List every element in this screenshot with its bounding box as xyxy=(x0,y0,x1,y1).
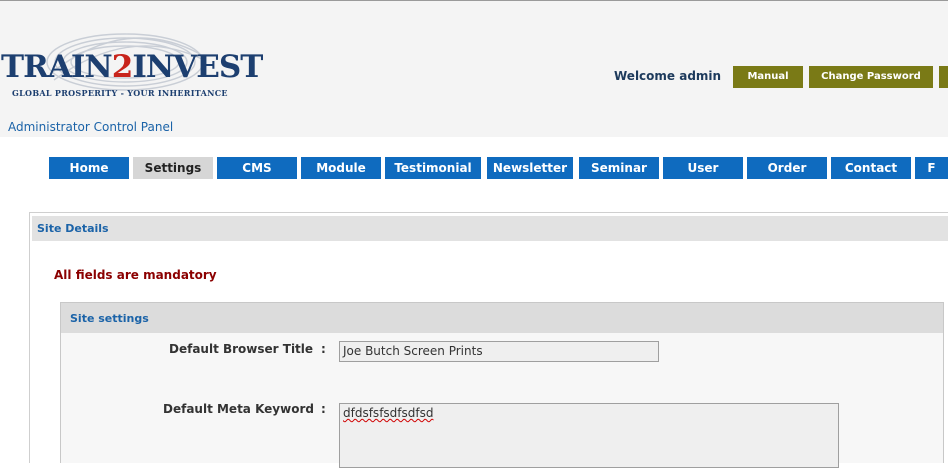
nav-module[interactable]: Module xyxy=(301,157,381,179)
nav-testimonial[interactable]: Testimonial xyxy=(385,157,481,179)
nav-user[interactable]: User xyxy=(663,157,743,179)
meta-keyword-textarea[interactable]: dfdsfsfsdfsdfsd xyxy=(339,403,839,468)
nav-more-partial[interactable]: F xyxy=(915,157,948,179)
meta-keyword-value: dfdsfsfsdfsdfsd xyxy=(343,406,434,420)
browser-title-label: Default Browser Title xyxy=(169,342,314,356)
logo-wordmark: TRAIN2INVEST xyxy=(1,49,263,85)
nav-newsletter[interactable]: Newsletter xyxy=(487,157,573,179)
panel-title: Administrator Control Panel xyxy=(8,120,174,134)
welcome-text: Welcome admin xyxy=(614,69,722,83)
change-password-button[interactable]: Change Password xyxy=(809,66,933,88)
nav-settings[interactable]: Settings xyxy=(133,157,213,179)
site-details-title: Site Details xyxy=(37,222,109,235)
logo[interactable]: TRAIN2INVEST GLOBAL PROSPERITY - YOUR IN… xyxy=(0,33,263,110)
nav-cms[interactable]: CMS xyxy=(217,157,297,179)
nav-contact[interactable]: Contact xyxy=(831,157,911,179)
nav-seminar[interactable]: Seminar xyxy=(579,157,659,179)
logout-button-partial[interactable] xyxy=(939,66,948,88)
meta-keyword-label: Default Meta Keyword xyxy=(163,402,314,416)
meta-keyword-colon: : xyxy=(321,402,326,416)
browser-title-input[interactable]: Joe Butch Screen Prints xyxy=(339,341,659,362)
mandatory-note: All fields are mandatory xyxy=(54,268,217,282)
site-settings-header xyxy=(61,303,943,333)
manual-button[interactable]: Manual xyxy=(733,66,803,88)
site-settings-title: Site settings xyxy=(70,312,149,325)
nav-order[interactable]: Order xyxy=(747,157,827,179)
nav-home[interactable]: Home xyxy=(49,157,129,179)
browser-title-colon: : xyxy=(321,342,326,356)
site-details-header xyxy=(32,216,948,241)
logo-tagline: GLOBAL PROSPERITY - YOUR INHERITANCE xyxy=(12,88,228,98)
